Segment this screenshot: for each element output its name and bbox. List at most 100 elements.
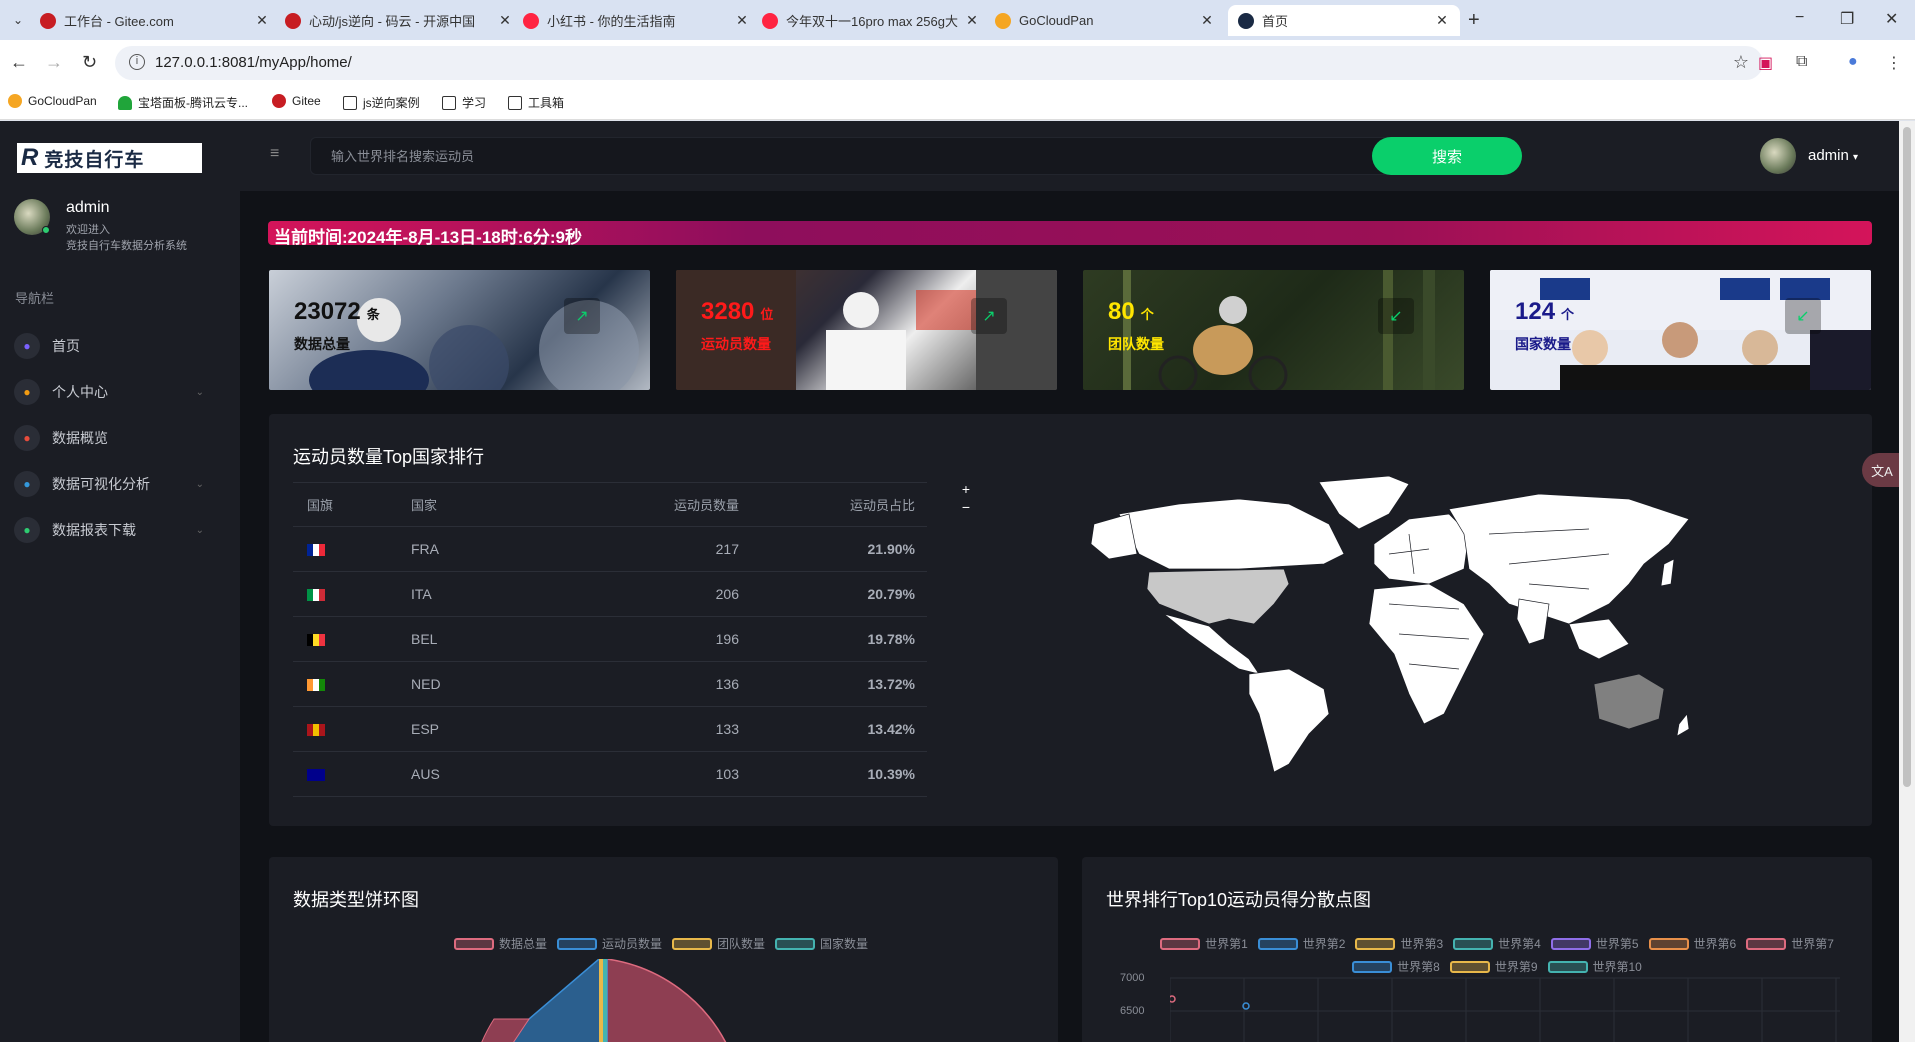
avatar[interactable] [14,199,50,235]
translate-float-button[interactable]: 文A [1862,453,1899,487]
xiaohongshu-icon [523,12,539,29]
extensions-icon[interactable]: ⧉ [1796,53,1807,71]
country-cell: ESP [411,706,611,752]
col-count: 运动员数量 [611,482,751,527]
sidebar-item-1[interactable]: ● 个人中心 ⌄ [14,377,214,407]
legend-label: 世界第3 [1400,937,1444,951]
zoom-in-button[interactable]: + [959,482,973,496]
pie-chart[interactable] [469,959,749,1042]
stat-card-countries[interactable]: 124 个 国家数量 ↙ [1490,270,1871,390]
omnibox[interactable]: i 127.0.0.1:8081/myApp/home/ ☆ [115,46,1763,80]
sidebar-item-4[interactable]: ● 数据报表下载 ⌄ [14,515,214,545]
stat-label: 数据总量 [294,336,350,352]
map-region-africa [1368,583,1485,725]
topbar: ≡ 搜索 admin ▾ [240,121,1899,191]
back-icon[interactable]: ← [10,52,28,73]
map-region-asia [1448,493,1690,625]
translate-extension-icon[interactable]: ▣ [1758,53,1773,73]
legend-swatch [1746,937,1787,950]
forward-icon[interactable]: → [45,52,63,73]
legend-item[interactable]: 数据总量 [454,935,547,952]
browser-tab[interactable]: 工作台 - Gitee.com ✕ [30,5,280,36]
site-info-icon[interactable]: i [129,54,145,70]
search-input[interactable] [311,138,1459,174]
close-tab-icon[interactable]: ✕ [964,12,980,29]
baota-icon [118,95,132,110]
close-tab-icon[interactable]: ✕ [254,12,270,29]
bookmark-gocloudpan[interactable]: GoCloudPan [8,94,97,108]
stat-card-teams[interactable]: 80 个 团队数量 ↙ [1083,270,1464,390]
gitee-icon [40,12,56,29]
legend-item[interactable]: 世界第2 [1257,935,1345,952]
legend-item[interactable]: 世界第5 [1550,935,1639,952]
sidebar-item-3[interactable]: ● 数据可视化分析 ⌄ [14,469,214,499]
table-row[interactable]: NED 136 13.72% [293,661,927,707]
tab-search-icon[interactable]: ⌄ [8,10,28,30]
map-region-alaska [1090,513,1138,560]
browser-tab[interactable]: 今年双十一16pro max 256g大 ✕ [752,5,990,36]
table-row[interactable]: BEL 196 19.78% [293,616,927,662]
zoom-out-button[interactable]: − [959,500,973,514]
menu-icon[interactable]: ⋮ [1886,53,1902,73]
profile-icon[interactable]: ● [1848,53,1858,71]
flag-icon [307,679,325,692]
topbar-avatar[interactable] [1760,138,1796,174]
browser-tab[interactable]: 小红书 - 你的生活指南 ✕ [513,5,760,36]
browser-tab[interactable]: 首页 ✕ [1228,5,1460,36]
table-row[interactable]: ITA 206 20.79% [293,571,927,617]
close-tab-icon[interactable]: ✕ [734,12,750,29]
legend-item[interactable]: 世界第3 [1355,935,1443,952]
stat-card-athletes[interactable]: 3280 位 运动员数量 ↗ [676,270,1057,390]
close-tab-icon[interactable]: ✕ [1199,12,1215,29]
restore-icon[interactable]: ❐ [1840,9,1854,29]
pie-slice-teams [599,959,603,1042]
stat-card-data-total[interactable]: 23072 条 数据总量 ↗ [269,270,650,390]
close-window-icon[interactable]: ✕ [1885,9,1898,29]
legend-item[interactable]: 世界第7 [1746,935,1834,952]
legend-label: 世界第1 [1205,937,1248,951]
url-text[interactable]: 127.0.0.1:8081/myApp/home/ [155,54,352,71]
minimize-icon[interactable]: − [1795,9,1804,27]
bookmark-folder-tools[interactable]: 工具箱 [508,94,564,111]
scrollbar-thumb[interactable] [1903,127,1911,787]
panel-title: 运动员数量Top国家排行 [293,447,485,467]
hamburger-menu-icon[interactable]: ≡ [270,145,279,163]
reload-icon[interactable]: ↻ [82,52,97,73]
bookmark-baota[interactable]: 宝塔面板-腾讯云专... [118,94,248,111]
page-scrollbar[interactable] [1899,121,1915,1042]
table-row[interactable]: AUS 103 10.39% [293,751,927,797]
bookmark-star-icon[interactable]: ☆ [1733,52,1749,73]
arrow-down-left-icon: ↙ [1378,298,1414,334]
legend-item[interactable]: 国家数量 [775,935,868,952]
browser-tab[interactable]: GoCloudPan ✕ [985,5,1225,36]
sidebar-item-0[interactable]: ● 首页 [14,331,214,361]
browser-tab[interactable]: 心动/js逆向 - 码云 - 开源中国 ✕ [275,5,523,36]
caret-down-icon: ▾ [1853,152,1859,163]
search-button[interactable]: 搜索 [1372,137,1522,175]
legend-item[interactable]: 运动员数量 [557,935,662,952]
table-row[interactable]: ESP 133 13.42% [293,706,927,752]
close-tab-icon[interactable]: ✕ [1434,12,1450,29]
legend-item[interactable]: 世界第1 [1160,935,1248,952]
table-row[interactable]: FRA 217 21.90% [293,526,927,572]
bookmark-folder-js[interactable]: js逆向案例 [343,94,420,111]
legend-item[interactable]: 世界第4 [1453,935,1541,952]
system-name-text: 竞技自行车数据分析系统 [66,240,187,252]
legend-item[interactable]: 世界第6 [1648,935,1736,952]
scatter-plot[interactable] [1170,973,1840,1042]
legend-item[interactable]: 团队数量 [672,935,765,952]
database-icon: ● [14,425,40,451]
bookmarks-bar: GoCloudPan 宝塔面板-腾讯云专... Gitee js逆向案例 学习 … [0,86,1915,120]
legend-swatch [1160,937,1201,950]
sidebar: R 竞技自行车 admin 欢迎进入 竞技自行车数据分析系统 导航栏 ● 首页 … [0,121,240,1042]
bookmark-folder-study[interactable]: 学习 [442,94,486,111]
col-pct: 运动员占比 [751,482,927,527]
app-logo[interactable]: R 竞技自行车 [17,143,202,173]
sidebar-item-2[interactable]: ● 数据概览 [14,423,214,453]
topbar-user-menu[interactable]: admin ▾ [1808,147,1858,164]
close-tab-icon[interactable]: ✕ [497,12,513,29]
bookmark-gitee[interactable]: Gitee [272,94,321,108]
new-tab-button[interactable]: + [1468,9,1480,32]
world-map[interactable] [1089,474,1709,774]
table-header-row: 国旗 国家 运动员数量 运动员占比 [293,482,927,527]
